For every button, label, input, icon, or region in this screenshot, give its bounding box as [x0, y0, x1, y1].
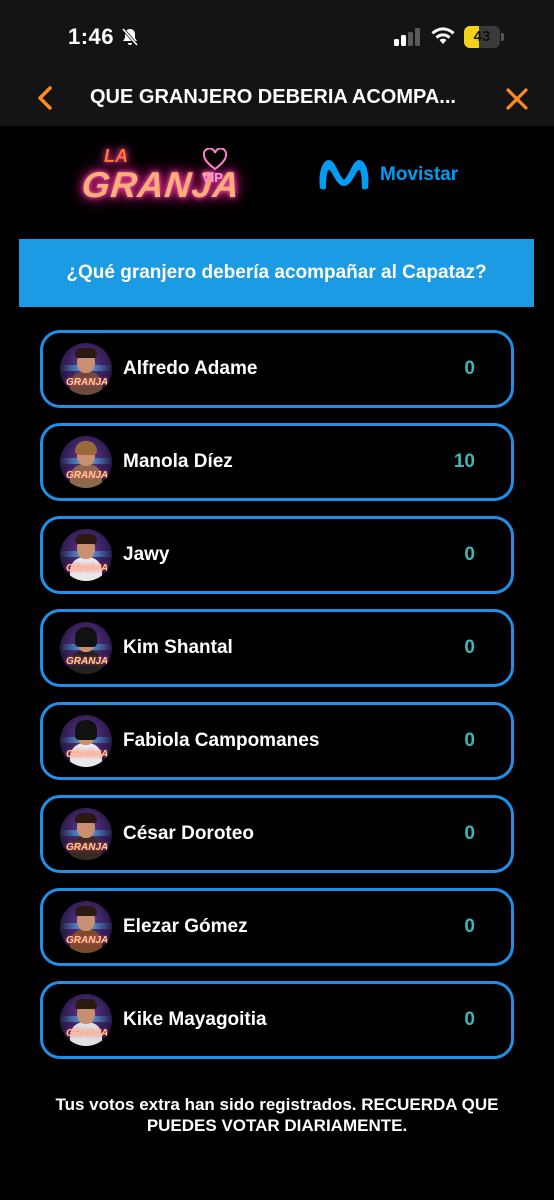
avatar: GRANJA	[60, 622, 112, 674]
logo-vip-text: VIP	[202, 170, 223, 185]
vote-option[interactable]: GRANJA Alfredo Adame 0	[40, 330, 514, 408]
vote-option[interactable]: GRANJA Manola Díez 10	[40, 423, 514, 501]
page-title: QUE GRANJERO DEBERIA ACOMPA...	[90, 86, 456, 108]
avatar: GRANJA	[60, 808, 112, 860]
option-vote-count: 0	[464, 544, 475, 565]
vote-option[interactable]: GRANJA Jawy 0	[40, 516, 514, 594]
movistar-wordmark: Movistar	[380, 164, 459, 185]
avatar: GRANJA	[60, 994, 112, 1046]
option-vote-count: 0	[464, 1009, 475, 1030]
la-granja-vip-logo: LA GRANJA VIP	[78, 140, 242, 218]
bell-slash-icon	[121, 28, 139, 46]
status-bar: 1:46 43	[0, 0, 554, 72]
signal-icon	[394, 28, 420, 46]
option-name: Jawy	[123, 544, 170, 565]
avatar: GRANJA	[60, 529, 112, 581]
vote-option[interactable]: GRANJA Kim Shantal 0	[40, 609, 514, 687]
option-vote-count: 0	[464, 637, 475, 658]
vote-confirmation-message: Tus votos extra han sido registrados. RE…	[55, 1095, 499, 1135]
option-vote-count: 10	[453, 451, 475, 472]
battery-icon: 43	[464, 26, 504, 48]
battery-percentage: 43	[473, 28, 491, 45]
heart-icon	[202, 148, 228, 171]
chevron-left-icon[interactable]	[30, 82, 62, 114]
option-name: César Doroteo	[123, 823, 254, 844]
close-icon[interactable]	[502, 84, 532, 114]
question-text: ¿Qué granjero debería acompañar al Capat…	[66, 262, 487, 283]
option-name: Kike Mayagoitia	[123, 1009, 267, 1030]
option-vote-count: 0	[464, 730, 475, 751]
status-time: 1:46	[68, 24, 115, 49]
option-name: Manola Díez	[123, 451, 233, 472]
nav-bar: QUE GRANJERO DEBERIA ACOMPA...	[0, 72, 554, 126]
option-vote-count: 0	[464, 916, 475, 937]
option-name: Alfredo Adame	[123, 358, 258, 379]
option-vote-count: 0	[464, 358, 475, 379]
movistar-m-icon	[319, 160, 369, 190]
question-banner: ¿Qué granjero debería acompañar al Capat…	[19, 239, 534, 307]
vote-option[interactable]: GRANJA Elezar Gómez 0	[40, 888, 514, 966]
vote-option[interactable]: GRANJA Fabiola Campomanes 0	[40, 702, 514, 780]
avatar: GRANJA	[60, 343, 112, 395]
avatar: GRANJA	[60, 436, 112, 488]
option-name: Kim Shantal	[123, 637, 233, 658]
option-name: Elezar Gómez	[123, 916, 248, 937]
avatar: GRANJA	[60, 901, 112, 953]
vote-option[interactable]: GRANJA Kike Mayagoitia 0	[40, 981, 514, 1059]
movistar-logo: Movistar	[316, 152, 476, 196]
option-name: Fabiola Campomanes	[123, 730, 320, 751]
option-vote-count: 0	[464, 823, 475, 844]
wifi-icon	[431, 27, 455, 44]
vote-option[interactable]: GRANJA César Doroteo 0	[40, 795, 514, 873]
avatar: GRANJA	[60, 715, 112, 767]
